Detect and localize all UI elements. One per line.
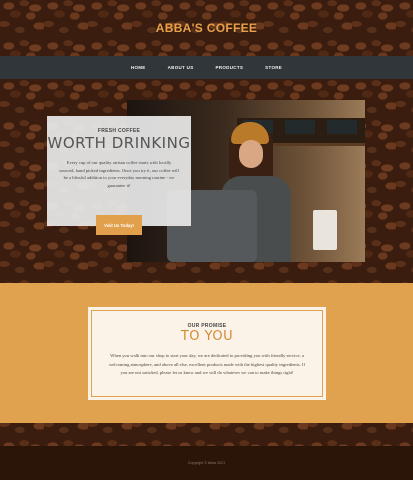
nav-item-store[interactable]: STORE bbox=[265, 65, 282, 70]
visit-us-button[interactable]: Visit Us Today! bbox=[96, 215, 142, 235]
hero-body: Every cup of our quality artisan coffee … bbox=[59, 160, 179, 188]
site-header: ABBA'S COFFEE bbox=[0, 0, 413, 56]
promise-title: TO YOU bbox=[180, 329, 234, 344]
nav-item-products[interactable]: PRODUCTS bbox=[216, 65, 244, 70]
promise-body: When you walk into our shop to start you… bbox=[108, 353, 306, 376]
brand-logo[interactable]: ABBA'S COFFEE bbox=[156, 21, 257, 35]
copyright-text: Copyright © Abba 2021 bbox=[187, 461, 226, 465]
hero-title: WORTH DRINKING bbox=[47, 134, 191, 152]
site-footer: Copyright © Abba 2021 bbox=[0, 446, 413, 480]
photo-barista-face bbox=[239, 140, 263, 168]
hero-card: FRESH COFFEE WORTH DRINKING Every cup of… bbox=[47, 116, 191, 226]
promise-card: OUR PROMISE TO YOU When you walk into ou… bbox=[88, 307, 326, 400]
nav-item-about-us[interactable]: ABOUT US bbox=[168, 65, 194, 70]
photo-menu-board bbox=[327, 120, 357, 134]
nav-item-home[interactable]: HOME bbox=[131, 65, 146, 70]
photo-menu-board bbox=[285, 120, 315, 134]
photo-coffee-cup bbox=[313, 210, 337, 250]
main-nav: HOME ABOUT US PRODUCTS STORE bbox=[0, 56, 413, 79]
